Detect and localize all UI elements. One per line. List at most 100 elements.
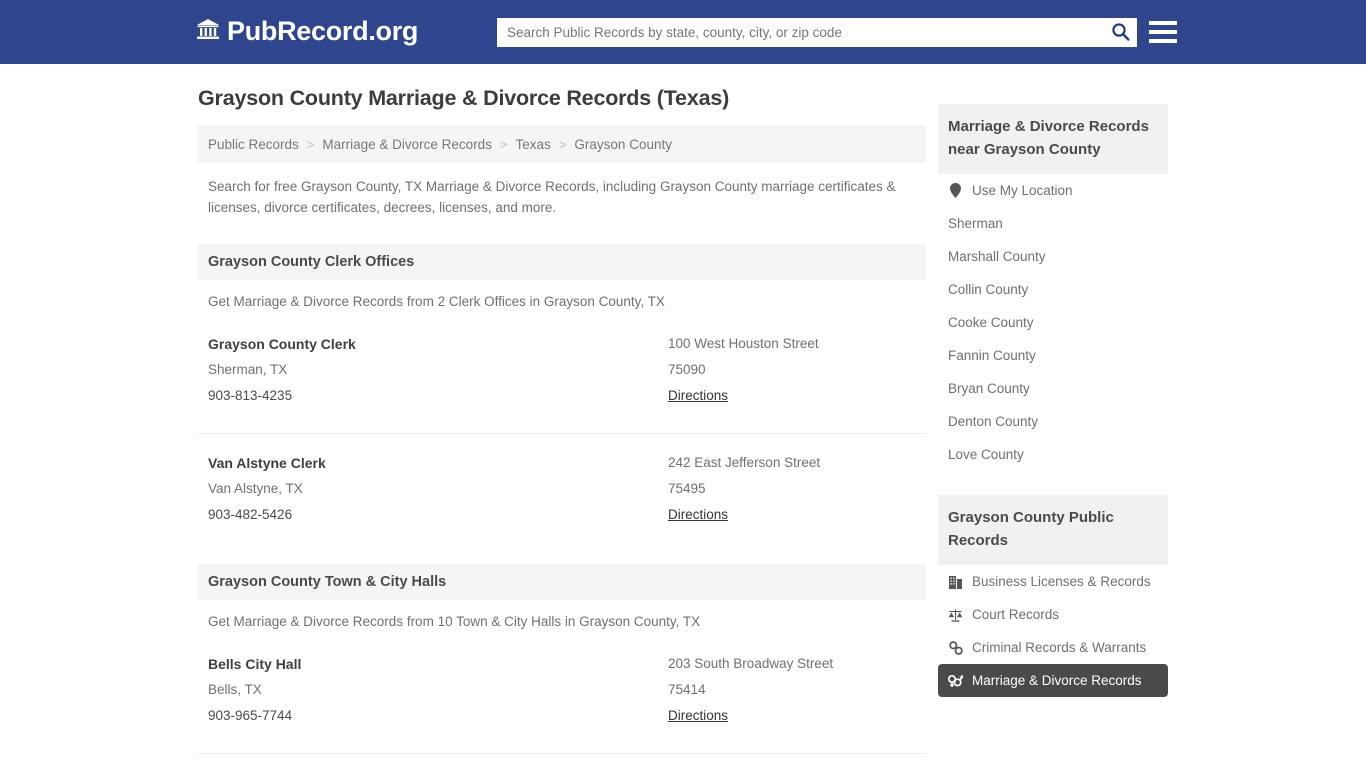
office-entry-right: 100 West Houston Street 75090 Directions [668,331,916,409]
office-phone: 903-482-5426 [208,507,293,522]
office-entry: Van Alstyne Clerk Van Alstyne, TX 903-48… [198,433,926,538]
list-item: Use My Location [938,174,1168,207]
breadcrumb: Public Records > Marriage & Divorce Reco… [198,125,926,163]
sidebar-item-sherman[interactable]: Sherman [938,207,1168,240]
sidebar-item-label: Collin County [948,282,1029,297]
office-name: Grayson County Clerk [208,336,356,352]
brand-name: PubRecord.org [227,16,419,46]
sidebar-item-fannin-county[interactable]: Fannin County [938,339,1168,372]
site-logo[interactable]: PubRecord.org [196,18,418,45]
sidebar-item-criminal-records-warrants[interactable]: Criminal Records & Warrants [938,631,1168,664]
sidebar-item-bryan-county[interactable]: Bryan County [938,372,1168,405]
sidebar-nearby-heading: Marriage & Divorce Records near Grayson … [938,104,1168,174]
bank-building-icon [196,18,220,45]
sidebar-item-label: Bryan County [948,381,1030,396]
sidebar-nearby-box: Marriage & Divorce Records near Grayson … [938,104,1168,471]
section-subtitle: Get Marriage & Divorce Records from 10 T… [208,614,701,629]
sidebar-item-label: Use My Location [972,183,1073,198]
sidebar-item-love-county[interactable]: Love County [938,438,1168,471]
section-clerk-offices: Grayson County Clerk Offices Get Marriag… [198,244,926,538]
office-entry-left: Van Alstyne Clerk Van Alstyne, TX 903-48… [208,450,668,528]
office-entry-right: 203 South Broadway Street 75414 Directio… [668,651,916,729]
sidebar-item-court-records[interactable]: Court Records [938,598,1168,631]
list-item: Sherman [938,207,1168,240]
sidebar-item-label: Sherman [948,216,1003,231]
directions-link[interactable]: Directions [668,383,728,409]
list-item: Business Licenses & Records [938,565,1168,598]
search-input[interactable] [497,19,1103,46]
sidebar-item-business-licenses-records[interactable]: Business Licenses & Records [938,565,1168,598]
content-container: Grayson County Marriage & Divorce Record… [198,64,1168,768]
breadcrumb-separator: > [306,136,315,152]
sidebar-item-label: Criminal Records & Warrants [972,640,1147,655]
breadcrumb-item-texas[interactable]: Texas [516,137,551,152]
sidebar-item-label: Marriage & Divorce Records [972,673,1142,688]
office-city-state: Van Alstyne, TX [208,481,303,496]
sidebar-item-marriage-divorce-records[interactable]: Marriage & Divorce Records [938,664,1168,697]
office-name: Bells City Hall [208,656,302,672]
office-address: 242 East Jefferson Street [668,455,821,470]
office-phone: 903-813-4235 [208,388,293,403]
breadcrumb-separator: > [499,136,508,152]
office-entry: Denison City Hall Denison, TX 903-465-27… [198,753,926,768]
handcuffs-icon [948,640,963,655]
directions-link[interactable]: Directions [668,502,728,528]
list-item: Denton County [938,405,1168,438]
scales-icon [948,608,963,622]
sidebar-item-marshall-county[interactable]: Marshall County [938,240,1168,273]
office-name: Van Alstyne Clerk [208,455,326,471]
sidebar-item-label: Business Licenses & Records [972,574,1151,589]
search-bar [497,18,1137,47]
breadcrumb-separator: > [558,136,567,152]
office-entry: Bells City Hall Bells, TX 903-965-7744 2… [198,635,926,739]
sidebar-nearby-list: Use My Location Sherman Marshall County [938,174,1168,471]
list-item: Marshall County [938,240,1168,273]
list-item: Bryan County [938,372,1168,405]
hamburger-bar [1149,30,1177,34]
sidebar-item-denton-county[interactable]: Denton County [938,405,1168,438]
list-item: Criminal Records & Warrants [938,631,1168,664]
sidebar-item-collin-county[interactable]: Collin County [938,273,1168,306]
office-zip: 75090 [668,362,706,377]
breadcrumb-item-public-records[interactable]: Public Records [208,137,299,152]
list-item: Fannin County [938,339,1168,372]
office-entry-left: Grayson County Clerk Sherman, TX 903-813… [208,331,668,409]
site-header: PubRecord.org [0,0,1366,64]
sidebar-public-records-heading: Grayson County Public Records [938,495,1168,565]
section-subtitle: Get Marriage & Divorce Records from 2 Cl… [208,294,665,309]
office-city-state: Sherman, TX [208,362,288,377]
search-icon [1111,22,1130,44]
sidebar-item-label: Court Records [972,607,1060,622]
list-item: Marriage & Divorce Records [938,664,1168,697]
sidebar: Marriage & Divorce Records near Grayson … [938,86,1168,703]
hamburger-bar [1149,21,1177,25]
list-item: Cooke County [938,306,1168,339]
sidebar-item-use-my-location[interactable]: Use My Location [938,174,1168,207]
page-intro: Search for free Grayson County, TX Marri… [208,179,896,215]
office-entry-left: Bells City Hall Bells, TX 903-965-7744 [208,651,668,729]
office-address: 203 South Broadway Street [668,656,834,671]
search-button[interactable] [1103,18,1137,47]
office-address: 100 West Houston Street [668,336,819,351]
office-entry-right: 242 East Jefferson Street 75495 Directio… [668,450,916,528]
sidebar-item-label: Denton County [948,414,1039,429]
hamburger-menu-icon[interactable] [1149,17,1177,47]
venus-mars-icon [948,674,963,688]
office-entry: Grayson County Clerk Sherman, TX 903-813… [198,315,926,419]
list-item: Court Records [938,598,1168,631]
office-zip: 75495 [668,481,706,496]
hamburger-bar [1149,39,1177,43]
list-item: Collin County [938,273,1168,306]
breadcrumb-item-grayson-county: Grayson County [574,136,672,152]
main-column: Grayson County Marriage & Divorce Record… [198,86,926,768]
sidebar-item-label: Cooke County [948,315,1034,330]
office-phone: 903-965-7744 [208,708,293,723]
directions-link[interactable]: Directions [668,703,728,729]
section-town-city-halls: Grayson County Town & City Halls Get Mar… [198,564,926,768]
breadcrumb-item-marriage-divorce-records[interactable]: Marriage & Divorce Records [322,137,492,152]
office-city-state: Bells, TX [208,682,262,697]
page-title: Grayson County Marriage & Divorce Record… [198,86,730,110]
building-icon [948,575,963,589]
sidebar-item-cooke-county[interactable]: Cooke County [938,306,1168,339]
